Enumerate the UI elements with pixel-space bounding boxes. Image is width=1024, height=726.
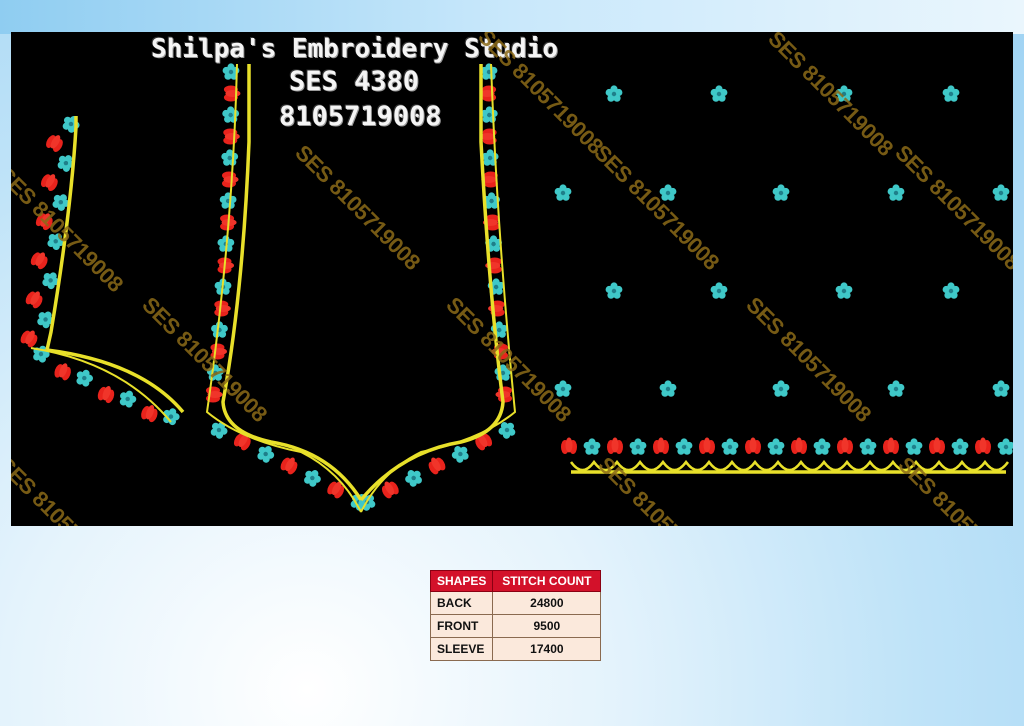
petal-motif xyxy=(837,437,853,454)
stitch-count-cell: 24800 xyxy=(492,591,602,615)
flower-motif xyxy=(495,418,519,441)
flower-motif xyxy=(117,388,139,410)
shape-cell: FRONT xyxy=(429,614,494,638)
embroidery-design-canvas: Shilpa's Embroidery Studio SES 4380 8105… xyxy=(11,32,1013,526)
flower-butti xyxy=(605,85,623,102)
flower-motif xyxy=(301,466,324,489)
flower-motif xyxy=(767,438,785,455)
studio-phone: 8105719008 xyxy=(279,101,442,132)
flower-butti xyxy=(710,282,728,299)
petal-motif xyxy=(38,170,62,193)
petal-motif xyxy=(23,287,46,310)
petal-motif xyxy=(28,248,51,271)
petal-motif xyxy=(18,326,41,350)
petal-motif xyxy=(653,437,669,454)
petal-motif xyxy=(929,437,945,454)
petal-motif xyxy=(278,453,301,477)
petal-motif xyxy=(222,171,239,188)
petal-motif xyxy=(223,128,240,145)
front-border-scallop xyxy=(569,459,1010,472)
flower-motif xyxy=(905,438,923,455)
flower-motif xyxy=(59,112,83,135)
stitch-count-table: SHAPES STITCH COUNT BACK 24800 FRONT 950… xyxy=(429,570,602,661)
flower-motif xyxy=(721,438,739,455)
flower-motif xyxy=(675,438,693,455)
flower-motif xyxy=(583,438,601,455)
petal-motif xyxy=(214,300,231,317)
flower-butti xyxy=(887,184,905,201)
flower-butti xyxy=(942,85,960,102)
column-header-shapes: SHAPES xyxy=(429,570,494,592)
table-row: SLEEVE 17400 xyxy=(429,637,602,661)
sky-background xyxy=(0,0,1024,34)
table-row: BACK 24800 xyxy=(429,591,602,615)
petal-motif xyxy=(699,437,715,454)
flower-motif xyxy=(859,438,877,455)
petal-motif xyxy=(791,437,807,454)
shape-cell: BACK xyxy=(429,591,494,615)
flower-motif xyxy=(951,438,969,455)
flower-motif xyxy=(629,438,647,455)
petal-motif xyxy=(561,437,577,454)
petal-motif xyxy=(425,453,448,477)
column-header-stitch-count: STITCH COUNT xyxy=(492,570,602,592)
table-row: FRONT 9500 xyxy=(429,614,602,638)
petal-motif xyxy=(325,477,348,501)
flower-motif xyxy=(480,106,498,123)
flower-butti xyxy=(659,380,677,397)
flower-butti xyxy=(605,282,623,299)
flower-butti xyxy=(772,184,790,201)
petal-motif xyxy=(745,437,761,454)
flower-motif xyxy=(448,442,472,465)
table-header-row: SHAPES STITCH COUNT xyxy=(429,570,602,592)
petal-motif xyxy=(223,85,241,102)
flower-motif xyxy=(219,192,237,209)
embroidery-artwork xyxy=(18,63,1013,513)
flower-butti xyxy=(835,282,853,299)
petal-motif xyxy=(96,383,117,405)
flower-motif xyxy=(997,438,1013,455)
petal-motif xyxy=(607,437,623,454)
flower-motif xyxy=(73,367,96,389)
sleeve-outline-bottom xyxy=(46,348,185,414)
stitch-count-cell: 9500 xyxy=(492,614,602,638)
flower-butti xyxy=(942,282,960,299)
flower-motif xyxy=(221,149,239,166)
stitch-count-cell: 17400 xyxy=(492,637,602,661)
shape-cell: SLEEVE xyxy=(429,637,494,661)
petal-motif xyxy=(52,360,74,382)
flower-butti xyxy=(887,380,905,397)
petal-motif xyxy=(975,437,991,454)
petal-motif xyxy=(44,131,67,154)
flower-butti xyxy=(710,85,728,102)
flower-motif xyxy=(402,466,425,489)
petal-motif xyxy=(883,437,899,454)
flower-butti xyxy=(554,184,572,201)
flower-motif xyxy=(813,438,831,455)
flower-butti xyxy=(992,184,1010,201)
design-code: SES 4380 xyxy=(289,66,420,97)
flower-motif xyxy=(222,106,240,123)
flower-butti xyxy=(772,380,790,397)
flower-butti xyxy=(992,380,1010,397)
